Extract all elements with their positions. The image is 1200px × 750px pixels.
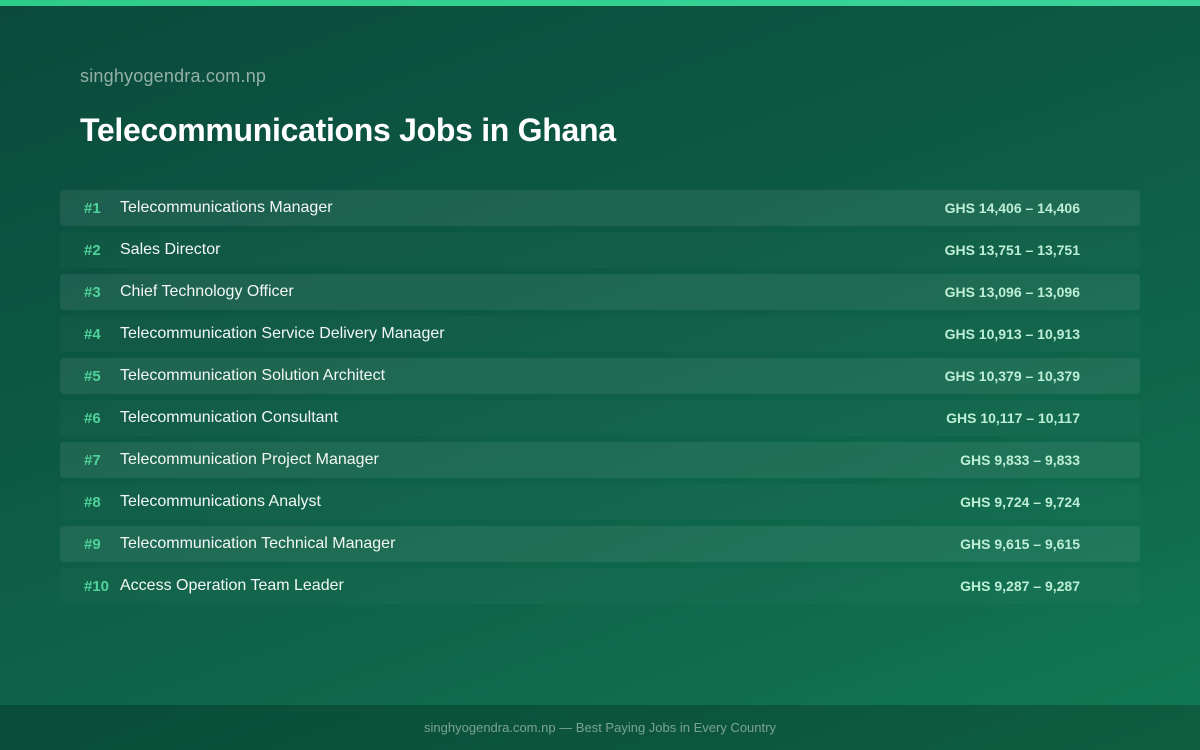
job-salary: GHS 9,287 – 9,287 — [960, 578, 1080, 594]
job-rank: #8 — [84, 493, 101, 511]
job-rank: #3 — [84, 283, 101, 301]
job-salary: GHS 10,913 – 10,913 — [944, 326, 1080, 342]
job-row: #9 Telecommunication Technical Manager G… — [60, 526, 1140, 562]
job-title: Chief Technology Officer — [120, 283, 294, 300]
job-row: #2 Sales Director GHS 13,751 – 13,751 — [60, 232, 1140, 268]
job-salary: GHS 13,096 – 13,096 — [944, 284, 1080, 300]
job-row: #5 Telecommunication Solution Architect … — [60, 358, 1140, 394]
job-row: #6 Telecommunication Consultant GHS 10,1… — [60, 400, 1140, 436]
job-rank: #4 — [84, 325, 101, 343]
job-row: #1 Telecommunications Manager GHS 14,406… — [60, 190, 1140, 226]
job-row: #10 Access Operation Team Leader GHS 9,2… — [60, 568, 1140, 604]
job-title: Telecommunications Manager — [120, 199, 333, 216]
footer: singhyogendra.com.np — Best Paying Jobs … — [0, 705, 1200, 750]
job-title: Access Operation Team Leader — [120, 577, 344, 594]
job-rank: #6 — [84, 409, 101, 427]
job-title: Telecommunication Solution Architect — [120, 367, 386, 384]
job-rank: #7 — [84, 451, 101, 469]
job-title: Telecommunication Service Delivery Manag… — [120, 325, 445, 342]
job-salary: GHS 10,379 – 10,379 — [944, 368, 1080, 384]
job-title: Telecommunication Technical Manager — [120, 535, 396, 552]
job-salary: GHS 14,406 – 14,406 — [944, 200, 1080, 216]
job-rank: #9 — [84, 535, 101, 553]
job-salary: GHS 9,833 – 9,833 — [960, 452, 1080, 468]
page-title: Telecommunications Jobs in Ghana — [80, 112, 616, 148]
job-title: Telecommunication Consultant — [120, 409, 338, 426]
top-accent-bar — [0, 0, 1200, 6]
footer-text: singhyogendra.com.np — Best Paying Jobs … — [424, 720, 776, 735]
job-row: #3 Chief Technology Officer GHS 13,096 –… — [60, 274, 1140, 310]
job-row: #4 Telecommunication Service Delivery Ma… — [60, 316, 1140, 352]
job-rank: #1 — [84, 199, 101, 217]
job-row: #7 Telecommunication Project Manager GHS… — [60, 442, 1140, 478]
job-rank: #5 — [84, 367, 101, 385]
job-rank: #2 — [84, 241, 101, 259]
job-list: #1 Telecommunications Manager GHS 14,406… — [60, 190, 1140, 610]
job-title: Telecommunications Analyst — [120, 493, 321, 510]
job-row: #8 Telecommunications Analyst GHS 9,724 … — [60, 484, 1140, 520]
site-name: singhyogendra.com.np — [80, 66, 267, 86]
job-title: Sales Director — [120, 241, 221, 258]
job-salary: GHS 9,615 – 9,615 — [960, 536, 1080, 552]
job-salary: GHS 9,724 – 9,724 — [960, 494, 1080, 510]
job-title: Telecommunication Project Manager — [120, 451, 379, 468]
job-salary: GHS 10,117 – 10,117 — [946, 410, 1080, 426]
job-rank: #10 — [84, 577, 110, 595]
job-salary: GHS 13,751 – 13,751 — [944, 242, 1080, 258]
